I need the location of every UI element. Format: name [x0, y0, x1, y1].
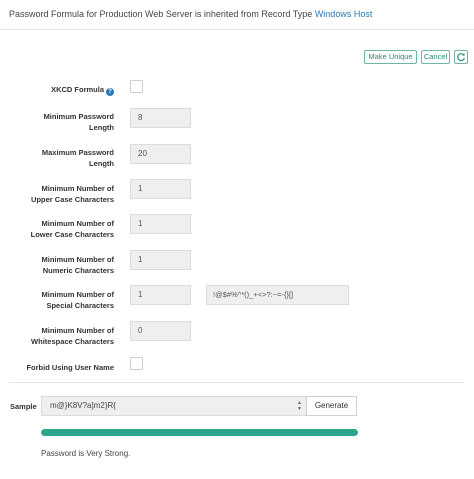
special-characters-input[interactable]: !@$#%^*()_+<>?:~=-{}[]: [206, 285, 349, 305]
min-lower-label: Minimum Number of Lower Case Characters: [30, 219, 114, 239]
cancel-button[interactable]: Cancel: [421, 50, 450, 64]
inheritance-header: Password Formula for Production Web Serv…: [0, 0, 474, 30]
refresh-icon: [457, 53, 465, 62]
min-upper-input[interactable]: 1: [130, 179, 191, 199]
spinner-arrows-icon[interactable]: ▲ ▼: [297, 400, 302, 412]
max-length-label: Maximum Password Length: [41, 148, 114, 168]
strength-meter-fill: [41, 429, 358, 436]
min-special-label: Minimum Number of Special Characters: [41, 290, 115, 310]
inheritance-message: Password Formula for Production Web Serv…: [9, 9, 372, 19]
min-upper-label: Minimum Number of Upper Case Characters: [31, 184, 114, 204]
strength-message: Password is Very Strong.: [41, 449, 131, 458]
record-type-link[interactable]: Windows Host: [315, 9, 373, 19]
inheritance-prefix: Password Formula for Production Web Serv…: [9, 9, 313, 19]
make-unique-button[interactable]: Make Unique: [364, 50, 417, 64]
min-whitespace-label: Minimum Number of Whitespace Characters: [31, 326, 114, 346]
help-icon[interactable]: ?: [106, 88, 114, 96]
sample-label: Sample: [10, 402, 37, 411]
xkcd-formula-label: XKCD Formula?: [0, 84, 114, 96]
min-lower-input[interactable]: 1: [130, 214, 191, 234]
xkcd-formula-checkbox[interactable]: [130, 80, 143, 93]
sample-password-value: m@}K8V?a]m2}R{: [50, 401, 116, 410]
strength-meter: [41, 429, 358, 436]
min-length-input[interactable]: 8: [130, 108, 191, 128]
min-numeric-input[interactable]: 1: [130, 250, 191, 270]
refresh-button[interactable]: [454, 50, 468, 64]
min-whitespace-input[interactable]: 0: [130, 321, 191, 341]
max-length-input[interactable]: 20: [130, 144, 191, 164]
divider: [9, 382, 464, 383]
forbid-username-checkbox[interactable]: [130, 357, 143, 370]
generate-button[interactable]: Generate: [306, 396, 357, 416]
forbid-username-label: Forbid Using User Name: [26, 363, 114, 372]
min-numeric-label: Minimum Number of Numeric Characters: [41, 255, 115, 275]
min-special-input[interactable]: 1: [130, 285, 191, 305]
sample-password-input[interactable]: m@}K8V?a]m2}R{ ▲ ▼: [41, 396, 307, 416]
min-length-label: Minimum Password Length: [43, 112, 114, 132]
